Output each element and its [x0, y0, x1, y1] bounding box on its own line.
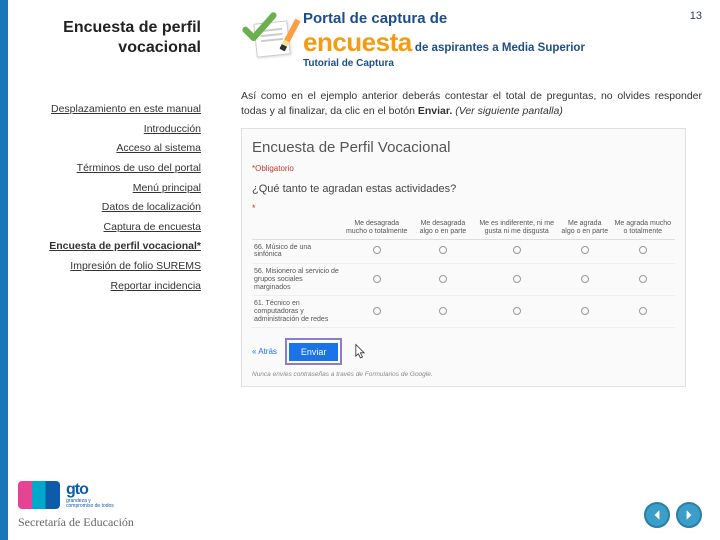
radio-option[interactable]	[513, 307, 521, 315]
header: Portal de captura de encuesta de aspiran…	[241, 10, 702, 69]
sidebar-item[interactable]: Introducción	[18, 123, 201, 137]
radio-option[interactable]	[439, 275, 447, 283]
required-label: *Obligatorio	[252, 164, 675, 173]
prev-page-button[interactable]	[644, 502, 670, 528]
radio-option[interactable]	[639, 307, 647, 315]
cursor-icon	[350, 342, 370, 362]
matrix-col-header: Me desagrada mucho o totalmente	[342, 217, 411, 239]
sidebar: Encuesta de perfil vocacional Desplazami…	[8, 0, 213, 540]
sidebar-title-line1: Encuesta de perfil	[18, 18, 201, 38]
radio-option[interactable]	[439, 246, 447, 254]
header-big-word: encuesta	[303, 27, 412, 57]
submit-button[interactable]: Enviar	[289, 343, 339, 361]
sidebar-item[interactable]: Desplazamiento en este manual	[18, 103, 201, 117]
gto-sub2: compromiso de todos	[66, 504, 114, 509]
likert-matrix: Me desagrada mucho o totalmenteMe desagr…	[252, 217, 675, 328]
form-screenshot: Encuesta de Perfil Vocacional *Obligator…	[241, 128, 686, 387]
matrix-row-label: 56. Misionero al servicio de grupos soci…	[252, 264, 342, 296]
sidebar-title-line2: vocacional	[18, 38, 201, 58]
matrix-row-label: 61. Técnico en computadoras y administra…	[252, 296, 342, 328]
main: 13 Portal de captura de encuesta de aspi…	[213, 0, 720, 540]
sidebar-nav: Desplazamiento en este manual Introducció…	[18, 103, 201, 293]
gto-text: gto	[66, 481, 114, 499]
sidebar-item[interactable]: Acceso al sistema	[18, 142, 201, 156]
form-disclaimer: Nunca envíes contraseñas a través de For…	[252, 371, 675, 378]
header-line1: Portal de captura de	[303, 10, 702, 27]
matrix-row-label: 66. Músico de una sinfónica	[252, 239, 342, 263]
question-text: ¿Qué tanto te agradan estas actividades?	[252, 183, 675, 195]
header-line2: encuesta de aspirantes a Media Superior	[303, 27, 702, 58]
radio-option[interactable]	[639, 246, 647, 254]
matrix-col-header: Me es indiferente, ni me gusta ni me dis…	[474, 217, 558, 239]
radio-option[interactable]	[581, 246, 589, 254]
radio-option[interactable]	[373, 246, 381, 254]
submit-highlight: Enviar	[285, 338, 343, 365]
instruction-text: Así como en el ejemplo anterior deberás …	[241, 89, 702, 118]
matrix-col-header: Me agrada algo o en parte	[559, 217, 611, 239]
sidebar-item[interactable]: Datos de localización	[18, 201, 201, 215]
radio-option[interactable]	[639, 275, 647, 283]
header-line2-rest: de aspirantes a Media Superior	[412, 42, 585, 54]
instruction-italic: (Ver siguiente pantalla)	[452, 105, 563, 117]
sidebar-item[interactable]: Captura de encuesta	[18, 221, 201, 235]
page-nav-arrows	[644, 502, 702, 528]
sidebar-item[interactable]: Impresión de folio SUREMS	[18, 260, 201, 274]
radio-option[interactable]	[513, 275, 521, 283]
sidebar-item[interactable]: Menú principal	[18, 182, 201, 196]
form-title: Encuesta de Perfil Vocacional	[252, 139, 675, 156]
radio-option[interactable]	[581, 307, 589, 315]
matrix-col-header: Me desagrada algo o en parte	[411, 217, 474, 239]
radio-option[interactable]	[373, 307, 381, 315]
gto-logo-block: gto grandeza y compromiso de todos	[18, 481, 134, 509]
accent-bar	[0, 0, 8, 540]
header-subtitle: Tutorial de Captura	[303, 58, 702, 69]
matrix-col-header: Me agrada mucho o totalmente	[611, 217, 675, 239]
secretaria-label: Secretaría de Educación	[18, 515, 134, 530]
instruction-bold: Enviar.	[418, 105, 452, 117]
radio-option[interactable]	[373, 275, 381, 283]
radio-option[interactable]	[513, 246, 521, 254]
sidebar-item[interactable]: Términos de uso del portal	[18, 162, 201, 176]
survey-check-icon	[241, 10, 293, 58]
sidebar-item[interactable]: Encuesta de perfil vocacional*	[18, 240, 201, 254]
sidebar-item[interactable]: Reportar incidencia	[18, 280, 201, 294]
gto-logo-icon	[18, 481, 60, 509]
footer-logos: gto grandeza y compromiso de todos Secre…	[18, 481, 134, 530]
page-number: 13	[690, 10, 702, 22]
next-page-button[interactable]	[676, 502, 702, 528]
radio-option[interactable]	[581, 275, 589, 283]
back-link[interactable]: « Atrás	[252, 347, 277, 356]
sidebar-title: Encuesta de perfil vocacional	[18, 18, 201, 58]
radio-option[interactable]	[439, 307, 447, 315]
required-asterisk: *	[252, 203, 675, 213]
